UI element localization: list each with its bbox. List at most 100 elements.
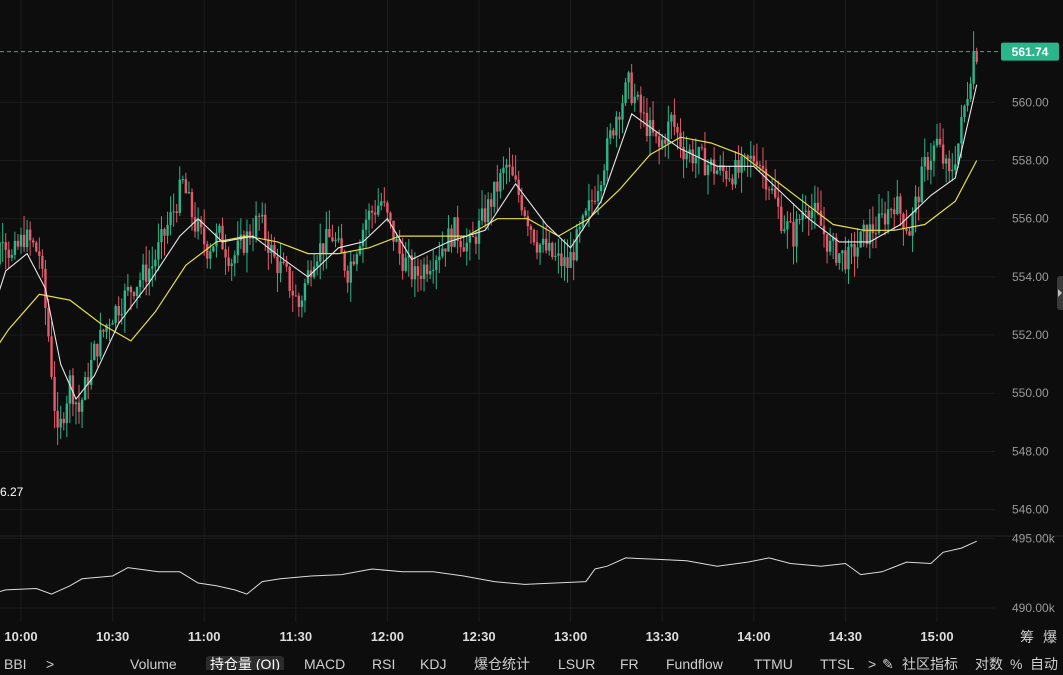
candle [419,259,423,291]
candle-body [810,210,814,219]
candle [767,186,771,201]
candle [297,292,301,317]
candle-body [920,166,923,203]
candle-body [53,376,56,411]
candle-body [560,253,563,267]
toolbar-item-16[interactable]: % [1010,656,1022,670]
candle [865,224,868,248]
candle [215,223,218,258]
candle [242,230,246,256]
candle [709,157,713,172]
toolbar-item-15[interactable]: 对数 [975,656,1003,670]
candle [4,233,7,270]
last-price-text: 561.74 [1012,45,1049,59]
candle [673,98,676,136]
candle-body [10,254,14,258]
candle [462,237,465,253]
candle [554,242,557,261]
toolbar-item-9[interactable]: FR [620,656,639,670]
candle-body [615,116,618,136]
candle-body [178,179,181,213]
candle-body [770,188,774,191]
candle [169,196,172,236]
candle [630,63,633,106]
candle [236,221,239,264]
candle-body [725,170,728,180]
toolbar-item-7[interactable]: 爆仓统计 [474,656,530,670]
candle [7,241,10,270]
candle-body [193,217,197,232]
pencil-icon[interactable]: ✎ [882,656,894,670]
candle-body [682,147,685,160]
toolbar-item-11[interactable]: TTMU [754,656,793,670]
toolbar-item-0[interactable]: BBI [4,656,27,670]
candle [523,207,526,220]
chart-area[interactable]: 560.00 558.00 556.00 554.00 552.00 550.00 548.… [0,0,1063,670]
candle-body [456,217,459,241]
candle [761,147,765,189]
candle [972,31,975,90]
candle [56,392,59,446]
toolbar-item-3[interactable]: 持仓量 (OI) [206,656,284,670]
toolbar-item-1[interactable]: > [46,656,54,670]
candle-body [703,148,707,176]
candle-body [218,225,221,233]
candle-body [700,147,704,149]
candle-body [148,268,151,282]
candle-body [715,170,719,174]
candle-body [941,144,945,164]
candle-body [13,240,17,255]
candle-body [416,266,420,276]
candle-body [422,264,426,279]
candle-body [633,96,636,104]
candle-body [74,402,78,405]
candle [893,197,896,231]
toolbar-item-4[interactable]: MACD [304,656,345,670]
candle-body [401,253,404,271]
candle [62,412,65,431]
price-chart-svg[interactable]: 560.00 558.00 556.00 554.00 552.00 550.00 548.… [0,0,1063,670]
candle-body [108,324,111,326]
candle-body [32,240,35,243]
price-labels: 561.74 6.27 筹爆 [0,42,1059,645]
candle-body [47,308,50,337]
candle [172,193,175,227]
candle-body [908,231,911,236]
toolbar-item-10[interactable]: Fundflow [666,656,723,670]
toolbar-item-6[interactable]: KDJ [420,656,446,670]
candle-body [975,51,978,62]
candle-body [465,242,468,252]
candle [532,228,536,246]
toolbar-item-5[interactable]: RSI [372,656,395,670]
toolbar-item-12[interactable]: TTSL [820,656,854,670]
candle [148,250,151,296]
candle [618,111,621,139]
candle-body [538,244,542,253]
candle-body [480,208,484,221]
candle [245,219,249,273]
toolbar-item-2[interactable]: Volume [130,656,177,670]
candle-body [267,239,270,253]
toolbar-item-13[interactable]: > [868,656,876,670]
candle [410,249,414,288]
candle-body [4,242,7,250]
candle [593,185,597,205]
candle-body [951,169,954,172]
oi-line [0,540,977,595]
candle-body [532,229,536,243]
side-panel-handle[interactable] [1057,276,1063,310]
candle-body [825,234,829,252]
candle [538,242,542,265]
candle-body [798,218,801,220]
candle-body [505,164,508,168]
candle [923,138,926,182]
toolbar-item-17[interactable]: 自动 [1030,656,1058,670]
candle [319,223,322,280]
candle-body [93,343,96,360]
candle-body [777,197,780,207]
candle [111,319,114,325]
candle [13,231,17,260]
candle-body [221,225,224,250]
toolbar-item-14[interactable]: 社区指标 [902,656,958,670]
toolbar-item-8[interactable]: LSUR [558,656,595,670]
